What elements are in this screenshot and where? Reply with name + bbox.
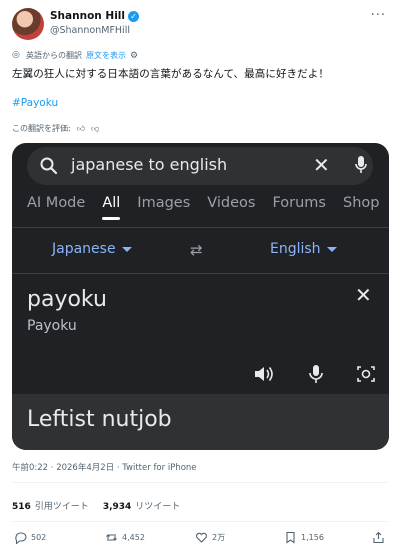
translation-result: Leftist nutjob <box>12 394 389 450</box>
quote-label: 引用ツイート <box>34 502 89 512</box>
action-bar: 502 4,452 2万 1,156 <box>12 531 388 547</box>
mic-icon <box>309 365 323 383</box>
tab-forums: Forums <box>272 195 326 211</box>
target-language: English <box>270 241 337 257</box>
language-divider <box>12 273 389 274</box>
tab-shop: Shop <box>342 195 380 211</box>
tweet-header: Shannon Hill ✓ @ShannonMFHill ··· <box>12 8 388 42</box>
google-search-bar: japanese to english ✕ <box>27 147 373 185</box>
author-name[interactable]: Shannon Hill <box>50 10 125 22</box>
mic-icon <box>355 156 367 173</box>
hashtag-link[interactable]: #Payoku <box>12 97 58 109</box>
globe-icon: ◎ <box>12 50 20 60</box>
clear-source-icon: ✕ <box>355 283 372 307</box>
divider <box>12 521 388 522</box>
share-button[interactable] <box>372 531 385 544</box>
chevron-down-icon <box>326 246 337 252</box>
rate-translation-label: この翻訳を評価: <box>12 124 71 133</box>
bookmark-button[interactable]: 1,156 <box>284 531 324 544</box>
retweet-icon <box>106 534 117 541</box>
heart-icon <box>196 532 207 543</box>
search-icon <box>40 157 58 175</box>
reply-icon <box>15 532 27 544</box>
embedded-screenshot[interactable]: japanese to english ✕ AI Mode All Images… <box>12 143 389 450</box>
rate-translation: この翻訳を評価: 👍︎ 👎︎ <box>12 123 99 134</box>
translation-label: 英語からの翻訳 <box>26 51 82 60</box>
target-language-label: English <box>270 241 321 257</box>
author-name-row[interactable]: Shannon Hill ✓ <box>50 10 140 22</box>
tab-videos: Videos <box>207 195 256 211</box>
thumbs-up-icon[interactable]: 👍︎ <box>77 124 85 134</box>
source-text: payoku <box>27 287 107 312</box>
search-query: japanese to english <box>71 155 228 174</box>
swap-languages-icon: ⇄ <box>190 241 203 259</box>
like-button[interactable]: 2万 <box>195 531 225 544</box>
chevron-down-icon <box>121 246 132 252</box>
tab-ai-mode: AI Mode <box>27 195 86 211</box>
google-tabs: AI Mode All Images Videos Forums Shop <box>27 195 389 220</box>
tweet-stats: 516 引用ツイート 3,934 リツイート <box>12 499 180 512</box>
reply-button[interactable]: 502 <box>14 531 46 544</box>
source-romanized: Payoku <box>27 318 77 334</box>
thumbs-down-icon[interactable]: 👎︎ <box>91 124 99 134</box>
source-language-label: Japanese <box>52 241 116 257</box>
gear-icon[interactable]: ⚙ <box>130 51 138 61</box>
tab-divider <box>12 227 389 228</box>
retweet-count: 3,934 <box>102 502 132 512</box>
retweet-button[interactable]: 4,452 <box>105 531 145 544</box>
clear-search-icon: ✕ <box>313 153 330 177</box>
quote-count: 516 <box>12 502 31 512</box>
bookmark-icon <box>286 531 295 544</box>
tweet-timestamp[interactable]: 午前0:22 · 2026年4月2日 · Twitter for iPhone <box>12 461 197 473</box>
quote-tweets-stat[interactable]: 516 引用ツイート <box>12 499 89 512</box>
divider <box>12 482 388 483</box>
more-options-icon[interactable]: ··· <box>371 8 386 23</box>
tab-all: All <box>102 195 121 220</box>
retweets-stat[interactable]: 3,934 リツイート <box>103 499 180 512</box>
share-icon <box>373 531 384 544</box>
avatar[interactable] <box>12 8 44 40</box>
camera-icon <box>357 366 375 382</box>
show-original-link[interactable]: 原文を表示 <box>86 50 126 61</box>
translation-bar: 英語からの翻訳 原文を表示 ⚙ <box>26 50 138 61</box>
like-count: 2万 <box>212 533 226 542</box>
tab-images: Images <box>137 195 191 211</box>
bookmark-count: 1,156 <box>301 533 324 542</box>
author-handle[interactable]: @ShannonMFHill <box>50 25 130 36</box>
tweet-text: 左翼の狂人に対する日本語の言葉があるなんて、最高に好きだよ！ <box>12 68 329 80</box>
speaker-icon <box>255 367 273 381</box>
retweet-label: リツイート <box>135 502 181 512</box>
language-row: Japanese ⇄ English <box>12 229 389 272</box>
reply-count: 502 <box>31 533 47 542</box>
verified-badge-icon: ✓ <box>128 10 140 22</box>
result-text: Leftist nutjob <box>27 407 172 432</box>
retweet-action-count: 4,452 <box>122 533 145 542</box>
source-language: Japanese <box>52 241 132 257</box>
